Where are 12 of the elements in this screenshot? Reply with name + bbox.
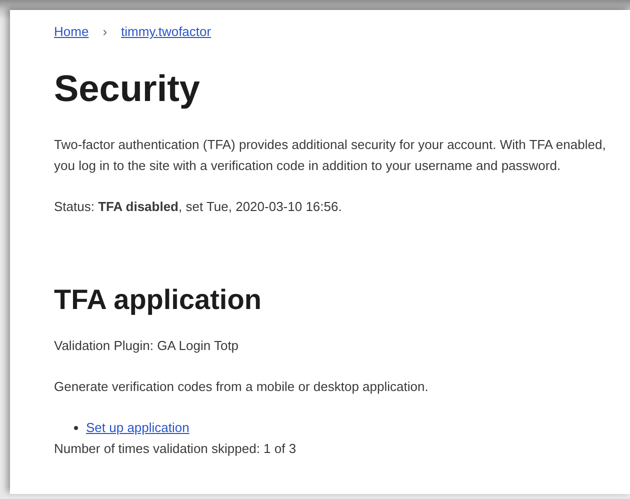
setup-link[interactable]: Set up application [86, 417, 190, 438]
page-title: Security [54, 69, 202, 110]
intro-text: Two-factor authentication (TFA) provides additional security for your account. With TFA enabled, you log in to the site with a verification code in addition to your username and password. [54, 136, 607, 175]
skipped-count-text: Number of times validation skipped: 1 of 3 [54, 440, 298, 458]
description-text: Generate verification codes from a mobile or desktop application. [54, 378, 430, 396]
breadcrumb-separator: › [102, 24, 108, 39]
plugin-text: Validation Plugin: GA Login Totp [54, 337, 240, 356]
section-title: TFA application [54, 284, 262, 316]
breadcrumb-link[interactable]: timmy.twofactor [121, 24, 212, 39]
breadcrumb-link[interactable]: Home [54, 24, 89, 39]
status-text: Status: TFA disabled, set Tue, 2020-03-10 16:56. [54, 198, 343, 216]
bullet-icon [74, 426, 78, 430]
